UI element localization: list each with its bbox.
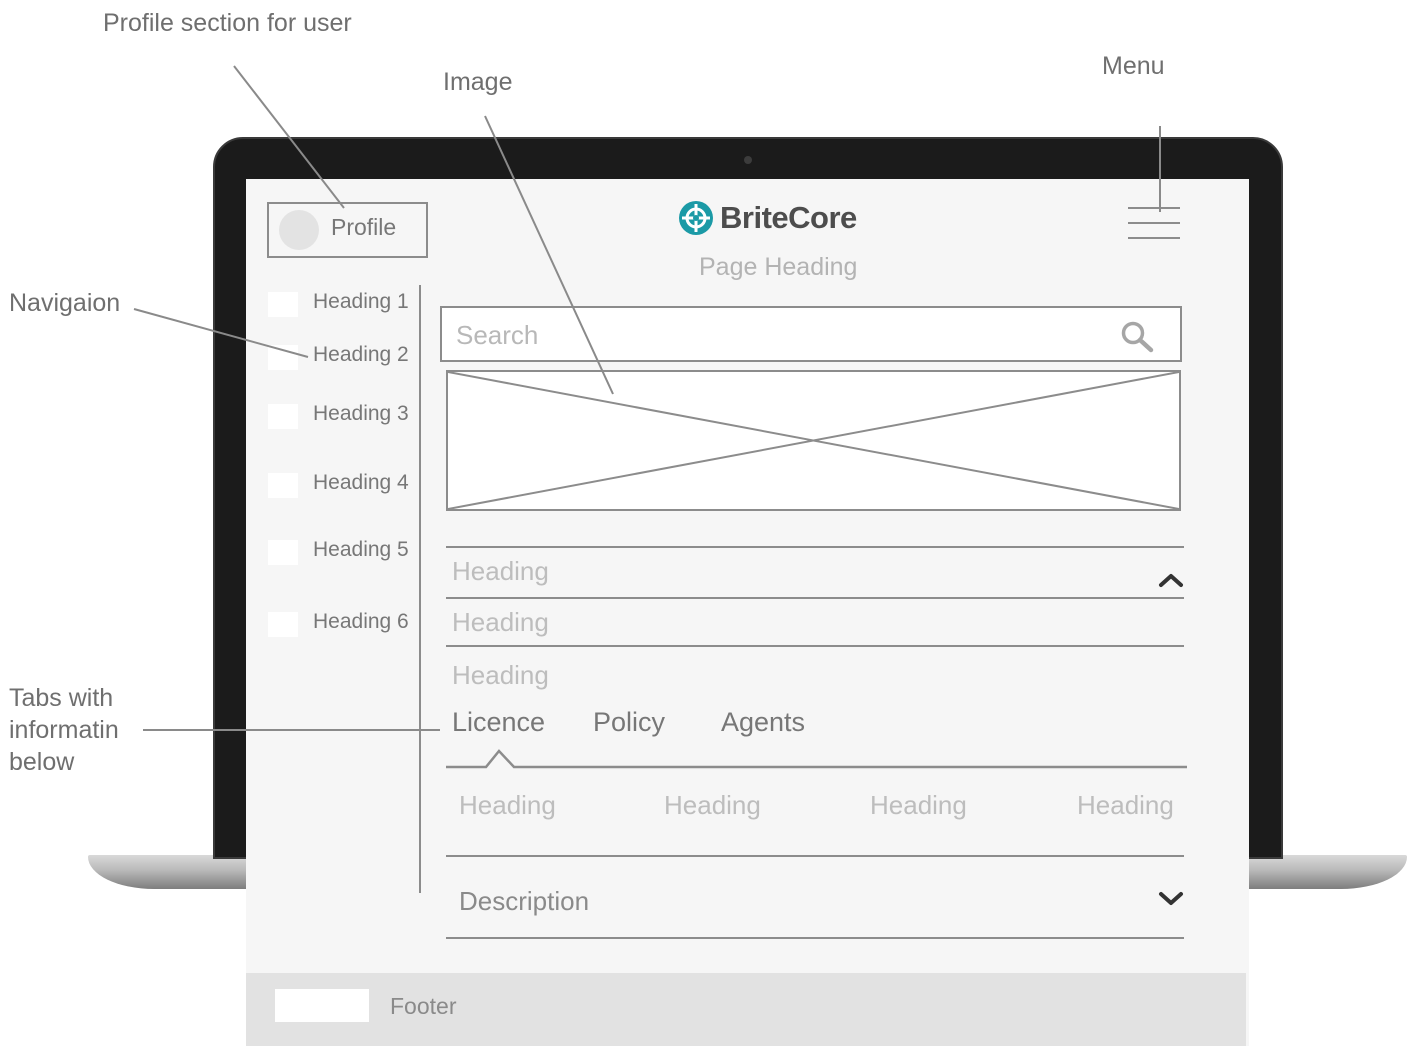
footer-logo-placeholder (275, 989, 369, 1022)
hamburger-icon[interactable] (1128, 207, 1180, 239)
search-icon[interactable] (1120, 320, 1154, 354)
sidebar-item-heading-4[interactable]: Heading 4 (268, 471, 416, 501)
sidebar-item-label: Heading 2 (313, 343, 409, 366)
tab-licence[interactable]: Licence (452, 707, 545, 738)
tab-indicator (446, 749, 1187, 769)
description-toggle[interactable]: Description (459, 886, 589, 917)
search-input[interactable] (456, 316, 1096, 354)
annotation-profile: Profile section for user (103, 9, 352, 37)
laptop-camera (744, 156, 752, 164)
tab-agents[interactable]: Agents (721, 707, 805, 738)
annotation-navigation: Navigaion (9, 289, 121, 317)
sidebar-item-label: Heading 6 (313, 610, 409, 633)
sidebar-item-icon (268, 292, 298, 317)
sidebar-item-heading-3[interactable]: Heading 3 (268, 402, 416, 432)
sidebar-item-heading-2[interactable]: Heading 2 (268, 343, 416, 373)
logo: BriteCore (678, 199, 857, 237)
sidebar-item-heading-5[interactable]: Heading 5 (268, 538, 416, 568)
accordion-item-1[interactable]: Heading (452, 556, 549, 587)
sidebar-divider (419, 285, 421, 893)
search-bar (440, 306, 1182, 362)
annotation-tabs-line1: Tabs with (9, 684, 114, 712)
sidebar-item-label: Heading 4 (313, 471, 409, 494)
divider (446, 597, 1184, 599)
accordion-item-3[interactable]: Heading (452, 660, 549, 691)
sidebar-item-label: Heading 3 (313, 402, 409, 425)
app-screen: Profile BriteCore Page Heading Heading 1… (246, 179, 1249, 1046)
sidebar-item-label: Heading 5 (313, 538, 409, 561)
column-heading-4: Heading (1077, 790, 1174, 820)
footer-label: Footer (390, 993, 457, 1019)
footer: Footer (246, 973, 1246, 1046)
divider (446, 546, 1184, 548)
sidebar-item-icon (268, 473, 298, 498)
accordion-item-2[interactable]: Heading (452, 607, 549, 638)
sidebar-item-icon (268, 404, 298, 429)
profile-label: Profile (331, 214, 397, 240)
sidebar-item-icon (268, 345, 298, 370)
logo-text: BriteCore (720, 200, 857, 235)
column-heading-1: Heading (459, 790, 556, 820)
image-placeholder (446, 370, 1181, 511)
tab-policy[interactable]: Policy (593, 707, 665, 738)
avatar (279, 210, 319, 250)
page-title: Page Heading (699, 253, 858, 281)
sidebar-item-heading-6[interactable]: Heading 6 (268, 610, 416, 640)
sidebar-item-heading-1[interactable]: Heading 1 (268, 290, 416, 320)
column-heading-3: Heading (870, 790, 967, 820)
britecore-logo-icon (679, 201, 713, 235)
column-heading-2: Heading (664, 790, 761, 820)
annotation-menu: Menu (1102, 52, 1165, 80)
annotation-tabs-line3: below (9, 748, 75, 776)
image-placeholder-cross (447, 371, 1180, 510)
divider (446, 855, 1184, 857)
chevron-down-icon[interactable] (1158, 890, 1184, 908)
divider (446, 645, 1184, 647)
annotation-tabs-line2: informatin (9, 716, 119, 744)
sidebar-item-label: Heading 1 (313, 290, 409, 313)
annotation-image: Image (443, 68, 513, 96)
divider (446, 937, 1184, 939)
sidebar-item-icon (268, 612, 298, 637)
profile-button[interactable]: Profile (267, 202, 428, 258)
sidebar-item-icon (268, 540, 298, 565)
chevron-up-icon[interactable] (1158, 571, 1184, 589)
